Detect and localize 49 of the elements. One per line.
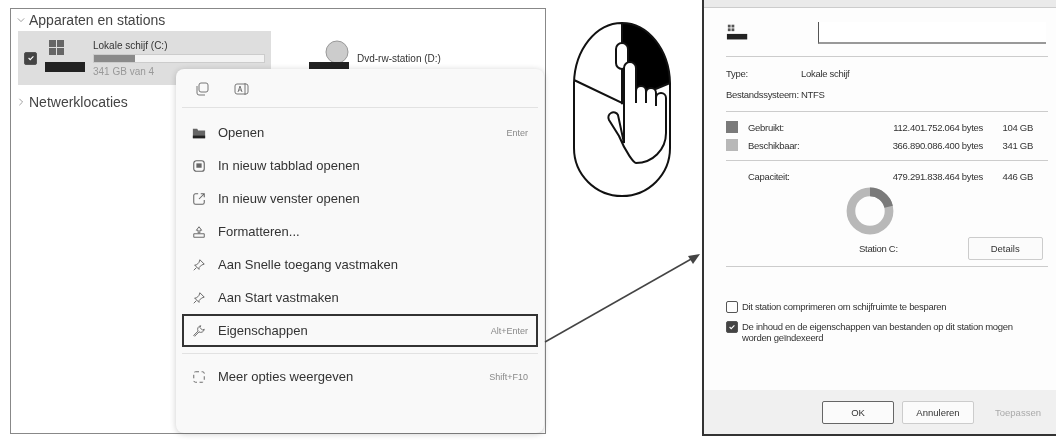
checkbox[interactable] xyxy=(726,301,738,313)
free-space-text: 341 GB van 4 xyxy=(93,65,156,77)
menu-item[interactable]: Aan Snelle toegang vastmaken xyxy=(182,248,538,281)
field-label: Type: xyxy=(726,68,749,79)
usage-label: Gebruikt: xyxy=(748,121,785,133)
tab-icon xyxy=(192,158,206,173)
field-value: Lokale schijf xyxy=(801,68,850,79)
byte-count: 366.890.086.400 bytes xyxy=(891,139,983,151)
menu-item[interactable]: Eigenschappen Alt+Enter xyxy=(182,314,538,347)
chevron-icon[interactable] xyxy=(17,98,25,106)
rename-icon[interactable] xyxy=(234,81,250,97)
expand-icon xyxy=(192,369,206,384)
field-value: NTFS xyxy=(801,89,825,100)
option-label: De inhoud en de eigenschappen van bestanden op dit station mogen worden geïndexeerd xyxy=(742,321,1014,343)
menu-item[interactable]: Meer opties weergeven Shift+F10 xyxy=(182,360,538,393)
pin-icon xyxy=(192,257,206,272)
checkbox[interactable] xyxy=(726,321,738,333)
pin-icon xyxy=(192,290,206,305)
section-header[interactable]: Apparaten en stations xyxy=(29,12,166,28)
checkbox[interactable] xyxy=(24,51,37,65)
external-window-icon xyxy=(192,191,206,206)
field-label: Bestandssysteem: xyxy=(726,89,800,100)
dialog-button[interactable]: Annuleren xyxy=(902,400,974,424)
donut-chart-drawing xyxy=(844,185,896,237)
menu-item[interactable]: Aan Start vastmaken xyxy=(182,281,538,314)
size-value: 341 GB xyxy=(1001,139,1033,151)
drive-label: Station C: xyxy=(859,243,898,254)
details-button[interactable]: Details xyxy=(967,237,1043,260)
usage-label: Capaciteit: xyxy=(748,170,791,182)
wrench-icon xyxy=(192,323,206,338)
menu-item[interactable]: Openen Enter xyxy=(182,116,538,149)
menu-item[interactable]: Formatteren... xyxy=(182,215,538,248)
drive-name: Dvd-rw-station (D:) xyxy=(357,52,441,64)
section-header[interactable]: Netwerklocaties xyxy=(29,94,128,110)
byte-count: 479.291.838.464 bytes xyxy=(891,170,983,182)
drive-format-icon xyxy=(192,224,206,239)
dialog-button[interactable]: OK xyxy=(822,400,894,424)
copy-icon[interactable] xyxy=(194,81,210,97)
usage-label: Beschikbaar: xyxy=(748,139,801,151)
checkmark-icon xyxy=(728,323,736,331)
size-value: 446 GB xyxy=(1001,170,1033,182)
menu-item[interactable]: In nieuw tabblad openen xyxy=(182,149,538,182)
menu-item[interactable]: In nieuw venster openen xyxy=(182,182,538,215)
drive-name: Lokale schijf (C:) xyxy=(93,39,169,51)
byte-count: 112.401.752.064 bytes xyxy=(892,121,983,133)
size-value: 104 GB xyxy=(1001,121,1033,133)
chevron-icon[interactable] xyxy=(17,16,25,24)
option-label: Dit station comprimeren om schijfruimte te besparen xyxy=(742,301,948,312)
checkmark-icon xyxy=(26,54,35,62)
